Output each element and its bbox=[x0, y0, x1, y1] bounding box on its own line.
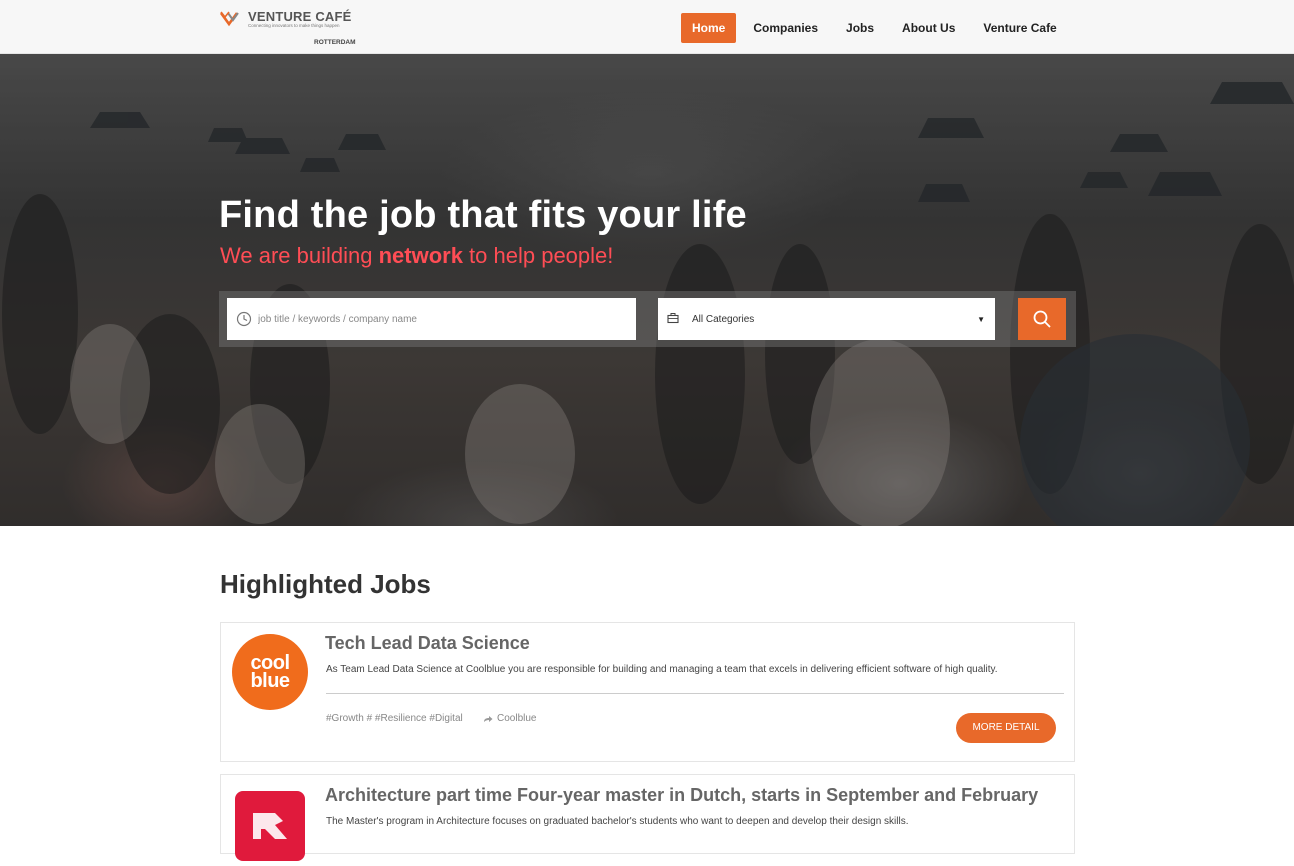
company-logo-line-2: blue bbox=[250, 670, 290, 692]
hero-subtitle-bold: network bbox=[378, 243, 463, 268]
venture-cafe-logo[interactable]: VENTURE CAFÉ Connecting innovators to ma… bbox=[220, 9, 370, 49]
nav-item-venture-cafe[interactable]: Venture Cafe bbox=[972, 13, 1067, 43]
brand-tagline: Connecting innovators to make things hap… bbox=[248, 23, 340, 28]
job-divider bbox=[326, 693, 1064, 694]
keyword-search-field[interactable] bbox=[227, 298, 636, 340]
hero-title: Find the job that fits your life bbox=[219, 194, 747, 236]
more-detail-button[interactable]: MORE DETAIL bbox=[956, 713, 1056, 743]
keyword-search-input[interactable] bbox=[258, 304, 618, 334]
job-card: Architecture part time Four-year master … bbox=[220, 774, 1075, 861]
job-title[interactable]: Tech Lead Data Science bbox=[325, 633, 530, 654]
category-selected-value: All Categories bbox=[692, 313, 755, 325]
job-card: cool blue Tech Lead Data Science As Team… bbox=[220, 622, 1075, 762]
company-name: Coolblue bbox=[497, 713, 537, 724]
coolblue-logo: cool blue bbox=[232, 634, 308, 710]
category-dropdown[interactable]: All Categories ▼ bbox=[658, 298, 995, 340]
brand-city: ROTTERDAM bbox=[314, 39, 356, 46]
job-company[interactable]: Coolblue bbox=[483, 713, 536, 724]
brand-name: VENTURE CAFÉ bbox=[248, 9, 352, 24]
hero-subtitle-part-2: to help people! bbox=[462, 243, 614, 268]
search-button[interactable] bbox=[1018, 298, 1066, 340]
caret-down-icon: ▼ bbox=[977, 314, 985, 324]
logo-small-chevron-icon bbox=[220, 11, 230, 19]
briefcase-icon bbox=[667, 312, 681, 326]
nav-menu: Home Companies Jobs About Us Venture Caf… bbox=[681, 13, 1074, 43]
top-navbar: VENTURE CAFÉ Connecting innovators to ma… bbox=[0, 0, 1294, 54]
nav-item-jobs[interactable]: Jobs bbox=[835, 13, 885, 43]
nav-item-home[interactable]: Home bbox=[681, 13, 737, 43]
search-icon bbox=[1033, 310, 1051, 328]
job-search-bar: All Categories ▼ bbox=[219, 291, 1076, 347]
hero-banner: Find the job that fits your life We are … bbox=[0, 54, 1294, 526]
job-title[interactable]: Architecture part time Four-year master … bbox=[325, 785, 1038, 806]
job-description: The Master's program in Architecture foc… bbox=[326, 816, 909, 827]
clock-icon bbox=[236, 311, 252, 327]
hero-subtitle: We are building network to help people! bbox=[220, 243, 613, 269]
share-arrow-icon bbox=[484, 715, 493, 722]
company-logo bbox=[235, 791, 305, 861]
job-tags: #Growth # #Resilience #Digital bbox=[326, 713, 463, 724]
job-description: As Team Lead Data Science at Coolblue yo… bbox=[326, 664, 998, 675]
hero-subtitle-part-1: We are building bbox=[220, 243, 379, 268]
nav-item-companies[interactable]: Companies bbox=[742, 13, 829, 43]
highlighted-jobs-title: Highlighted Jobs bbox=[220, 569, 431, 599]
hero-overlay bbox=[0, 54, 1294, 526]
nav-item-about-us[interactable]: About Us bbox=[891, 13, 966, 43]
